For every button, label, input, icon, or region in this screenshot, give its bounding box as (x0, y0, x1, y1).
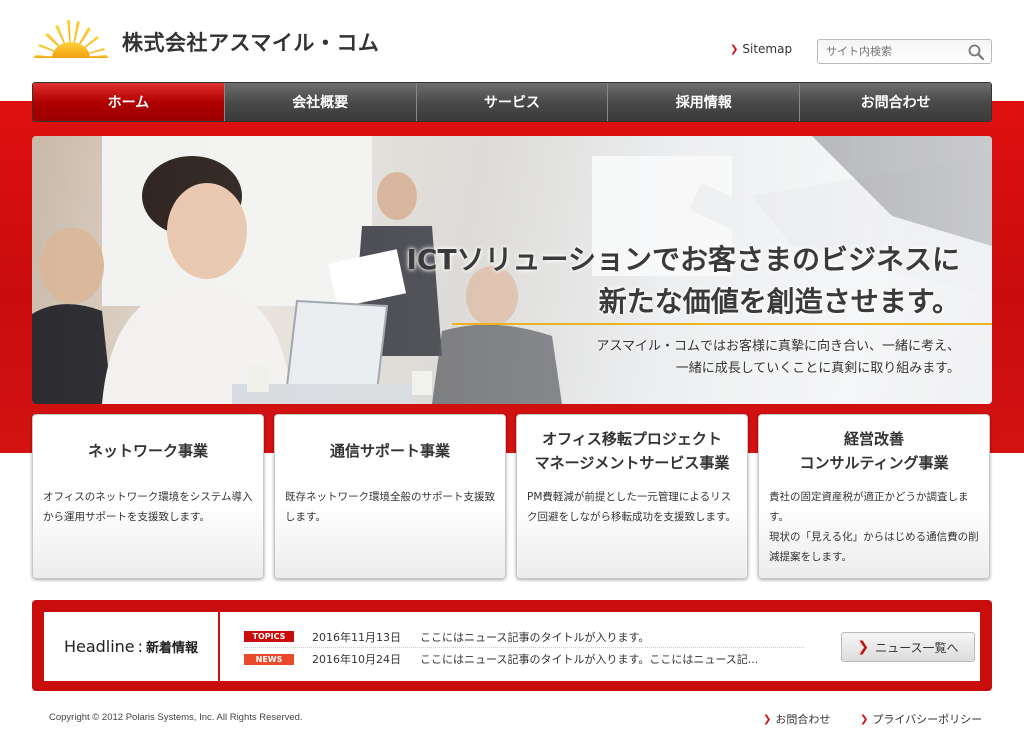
nav-item-label: 会社概要 (292, 95, 349, 111)
headline-section: Headline : 新着情報 TOPICS 2016年11月13日 ここにはニ… (32, 600, 992, 691)
headline-label: Headline : 新着情報 (44, 612, 220, 681)
news-date: 2016年11月13日 (312, 630, 401, 644)
nav-item-home[interactable]: ホーム (33, 83, 224, 121)
footer-privacy-link[interactable]: ❯ プライバシーポリシー (860, 711, 982, 727)
service-card-network[interactable]: ネットワーク事業 オフィスのネットワーク環境をシステム導入から運用サポートを支援… (32, 414, 264, 579)
news-badge: NEWS (244, 653, 294, 665)
copyright-text: Copyright © 2012 Polaris Systems, Inc. A… (49, 712, 303, 723)
service-card-text: オフィスのネットワーク環境をシステム導入から運用サポートを支援致します。 (43, 491, 253, 523)
hero-subtext: アスマイル・コムではお客様に真摯に向き合い、一緒に考え、 一緒に成長していくこと… (596, 336, 960, 380)
arrow-right-icon: ❯ (763, 713, 772, 725)
service-card-title: 経営改善 コンサルティング事業 (759, 427, 989, 475)
news-list-button[interactable]: ❯ ニュース一覧へ (841, 632, 975, 662)
topics-badge: TOPICS (244, 631, 294, 642)
nav-item-recruit[interactable]: 採用情報 (607, 83, 800, 121)
search-icon[interactable] (967, 43, 985, 61)
sitemap-label: Sitemap (742, 42, 793, 56)
service-card-text: 貴社の固定資産税が適正かどうか調査します。 現状の「見える化」からはじめる通信費… (769, 487, 981, 567)
hero-heading: ICTソリューションでお客さまのビジネスに 新たな価値を創造させます。 (406, 239, 960, 323)
service-card-title: オフィス移転プロジェクト マネージメントサービス事業 (517, 427, 747, 475)
footer-privacy-label: プライバシーポリシー (872, 713, 983, 726)
news-item[interactable]: TOPICS 2016年11月13日 ここにはニュース記事のタイトルが入ります。 (244, 626, 804, 648)
hero-banner: ICTソリューションでお客さまのビジネスに 新たな価値を創造させます。 アスマイ… (32, 136, 992, 404)
service-card-title-line2: マネージメントサービス事業 (534, 454, 730, 472)
sun-logo-icon (34, 20, 108, 58)
arrow-right-icon: ❯ (730, 43, 739, 55)
nav-item-label: お問合わせ (860, 95, 931, 111)
hero-sub-line1: アスマイル・コムではお客様に真摯に向き合い、一緒に考え、 (596, 339, 960, 354)
headline-label-jp: 新着情報 (146, 641, 199, 656)
chevron-right-icon: ❯ (857, 639, 870, 655)
service-card-title-line2: コンサルティング事業 (799, 454, 949, 472)
hero-heading-line2: 新たな価値を創造させます。 (598, 285, 960, 318)
hero-sub-line2: 一緒に成長していくことに真剣に取り組みます。 (675, 361, 960, 376)
news-list-button-label: ニュース一覧へ (875, 640, 959, 655)
service-card-title-line1: ネットワーク事業 (87, 442, 208, 460)
service-card-title: ネットワーク事業 (33, 427, 263, 475)
service-card-office-move[interactable]: オフィス移転プロジェクト マネージメントサービス事業 PM費軽減が前提とした一元… (516, 414, 748, 579)
nav-item-contact[interactable]: お問合わせ (799, 83, 991, 121)
service-card-title-line1: 通信サポート事業 (329, 442, 450, 460)
hero-divider (452, 323, 992, 325)
nav-item-label: サービス (483, 95, 540, 111)
company-name: 株式会社アスマイル・コム (122, 31, 380, 55)
nav-item-label: 採用情報 (675, 95, 732, 111)
headline-label-sep: : (137, 637, 144, 656)
footer-contact-label: お問合わせ (775, 713, 831, 726)
news-list: TOPICS 2016年11月13日 ここにはニュース記事のタイトルが入ります。… (244, 626, 804, 670)
nav-item-label: ホーム (107, 95, 150, 111)
service-card-title: 通信サポート事業 (275, 427, 505, 475)
service-card-text-line1: 貴社の固定資産税が適正かどうか調査します。 (769, 491, 969, 523)
service-card-text: 既存ネットワーク環境全般のサポート支援致します。 (285, 491, 495, 523)
service-card-title-line1: オフィス移転プロジェクト (542, 430, 722, 448)
service-card-support[interactable]: 通信サポート事業 既存ネットワーク環境全般のサポート支援致します。 (274, 414, 506, 579)
service-card-text: PM費軽減が前提とした一元管理によるリスク回避をしながら移転成功を支援致します。 (527, 491, 736, 523)
service-card-consulting[interactable]: 経営改善 コンサルティング事業 貴社の固定資産税が適正かどうか調査します。 現状… (758, 414, 990, 579)
arrow-right-icon: ❯ (860, 713, 869, 725)
site-search (817, 39, 992, 64)
main-nav: ホーム 会社概要 サービス 採用情報 お問合わせ (32, 82, 992, 122)
nav-item-company[interactable]: 会社概要 (223, 83, 416, 121)
hero-heading-line1: ICTソリューションでお客さまのビジネスに (406, 243, 960, 276)
company-logo[interactable]: 株式会社アスマイル・コム (30, 18, 379, 62)
footer-contact-link[interactable]: ❯ お問合わせ (763, 711, 830, 727)
headline-label-en: Headline (63, 637, 135, 656)
news-date: 2016年10月24日 (312, 653, 401, 666)
news-title: ここにはニュース記事のタイトルが入ります。ここにはニュース記... (420, 653, 759, 666)
service-card-title-line1: 経営改善 (843, 430, 904, 448)
nav-item-services[interactable]: サービス (415, 83, 608, 121)
news-title: ここにはニュース記事のタイトルが入ります。 (420, 630, 650, 644)
service-card-text-line2: 現状の「見える化」からはじめる通信費の削減提案をします。 (769, 531, 979, 563)
sitemap-link[interactable]: ❯ Sitemap (730, 42, 792, 56)
news-item[interactable]: NEWS 2016年10月24日 ここにはニュース記事のタイトルが入ります。ここ… (244, 648, 804, 670)
search-input[interactable] (818, 40, 958, 63)
headline-panel: Headline : 新着情報 TOPICS 2016年11月13日 ここにはニ… (44, 612, 980, 681)
